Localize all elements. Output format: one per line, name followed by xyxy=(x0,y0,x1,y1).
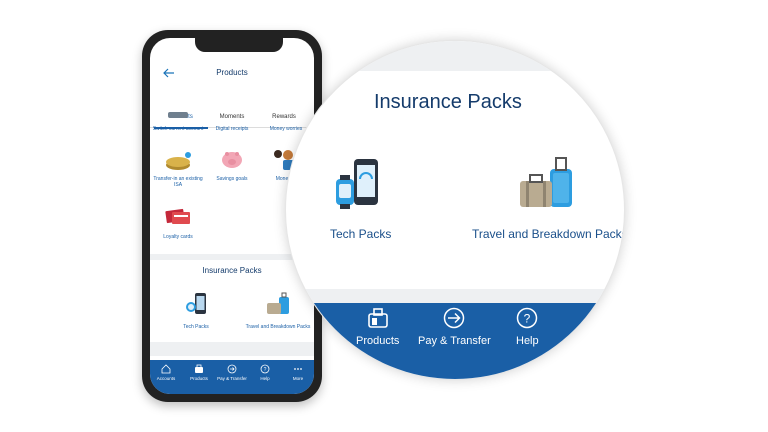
grid-item-label: Savings goals xyxy=(216,176,248,182)
tab-moments[interactable]: Moments xyxy=(207,114,257,120)
isa-coins-icon xyxy=(166,152,191,170)
zoom-nav-help[interactable]: ? Help xyxy=(516,307,539,347)
section-divider xyxy=(150,254,314,260)
nav-products[interactable]: Products xyxy=(183,364,215,381)
transfer-arrow-icon xyxy=(227,364,237,374)
products-bag-icon xyxy=(195,364,203,373)
nav-label: Help xyxy=(260,376,270,381)
tech-packs-icon xyxy=(336,159,378,209)
grid-item-label: Loyalty cards xyxy=(163,234,193,240)
zoom-top-divider xyxy=(286,41,624,71)
nav-label: Accounts xyxy=(156,376,176,381)
zoom-nav-label: Pay & Transfer xyxy=(418,335,491,347)
products-bag-icon xyxy=(367,308,388,328)
home-icon xyxy=(161,364,171,374)
help-question-icon: ? xyxy=(517,307,538,329)
marketing-stage: Products Products Moments Rewards Switch… xyxy=(0,0,768,432)
section-title: Insurance Packs xyxy=(202,266,262,275)
transfer-arrow-icon xyxy=(444,307,465,329)
pack-label: Tech Packs xyxy=(183,324,209,330)
loyalty-cards-icon xyxy=(165,208,190,224)
tech-packs-icon xyxy=(186,293,206,314)
zoom-nav-label: Help xyxy=(516,335,539,347)
nav-pay-transfer[interactable]: Pay & Transfer xyxy=(216,364,248,381)
piggy-bank-icon xyxy=(222,152,242,168)
zoom-pack-label: Tech Packs xyxy=(330,227,392,241)
grid-item-label: Transfer-in an existing ISA xyxy=(153,176,203,188)
tab-rewards[interactable]: Rewards xyxy=(259,114,309,120)
zoom-section-title: Insurance Packs xyxy=(374,91,522,113)
switch-account-icon xyxy=(168,112,188,118)
zoom-magnifier: Insurance Packs Tech Packs Travel and Br… xyxy=(285,40,625,380)
zoom-pack-label: Travel and Breakdown Packs xyxy=(472,227,625,241)
zoom-bottom-nav: Products Pay & Transfer ? Help xyxy=(286,303,624,379)
zoom-nav-label: Products xyxy=(356,335,400,347)
zoom-nav-products[interactable]: Products xyxy=(356,307,399,347)
zoom-nav-pay-transfer[interactable]: Pay & Transfer xyxy=(418,307,491,347)
phone-notch xyxy=(195,38,283,52)
help-question-icon: ? xyxy=(260,364,270,374)
nav-help[interactable]: ? Help xyxy=(249,364,281,381)
grid-item-label: Switch current account xyxy=(152,126,204,132)
travel-packs-icon xyxy=(520,157,572,207)
svg-text:?: ? xyxy=(524,312,531,326)
nav-accounts[interactable]: Accounts xyxy=(150,364,182,381)
svg-text:?: ? xyxy=(264,367,267,373)
nav-label: Products xyxy=(190,376,208,381)
zoom-section-divider xyxy=(286,289,624,303)
grid-item-label: Digital receipts xyxy=(215,126,249,132)
nav-label: Pay & Transfer xyxy=(217,376,247,381)
